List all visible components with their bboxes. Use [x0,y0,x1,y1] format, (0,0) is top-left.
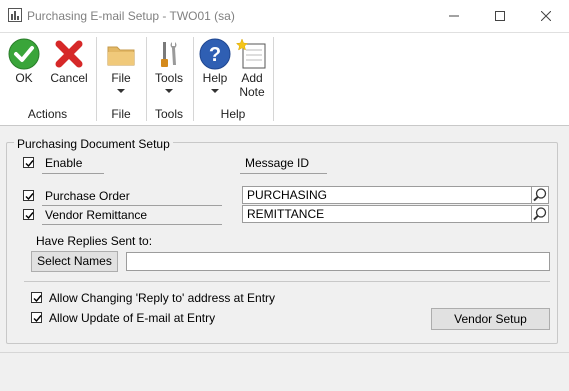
help-label: Help [202,71,228,85]
divider [24,281,550,282]
group-title: Purchasing Document Setup [14,137,173,151]
ribbon: OK Cancel Actions File File Tools Tools [0,32,569,126]
ok-button[interactable]: OK [6,37,42,85]
add-note-label-1: Add [241,71,263,85]
ribbon-separator [96,37,97,121]
lookup-magnifier-icon[interactable] [531,186,549,204]
add-note-label-2: Note [239,85,265,99]
tools-icon [161,42,177,67]
checkmark-icon [25,160,34,168]
tools-group-label: Tools [154,107,183,121]
tools-menu-button[interactable]: Tools [151,37,187,93]
have-replies-sent-to-label: Have Replies Sent to: [36,234,153,248]
allow-update-email-label: Allow Update of E-mail at Entry [49,311,216,325]
minimize-button[interactable] [431,0,477,32]
vendor-remittance-label: Vendor Remittance [45,208,148,222]
allow-changing-reply-to-label: Allow Changing 'Reply to' address at Ent… [49,291,276,305]
ribbon-separator [193,37,194,121]
checkmark-icon [25,193,34,201]
checkmark-icon [8,38,40,70]
app-icon [8,8,22,22]
purchase-order-label: Purchase Order [45,189,130,203]
enable-label: Enable [45,156,83,170]
maximize-icon [495,11,505,21]
tools-label: Tools [154,71,183,85]
help-menu-button[interactable]: ? Help [197,37,233,93]
checkmark-icon [33,295,42,303]
ribbon-separator [273,37,274,121]
allow-update-email-checkbox[interactable] [31,312,42,323]
purchase-order-message-id-field[interactable]: PURCHASING [242,186,532,204]
field-underline [240,173,327,174]
help-icon: ? [199,38,231,70]
vendor-setup-button[interactable]: Vendor Setup [431,308,550,330]
maximize-button[interactable] [477,0,523,32]
add-note-button[interactable]: Add Note [234,37,270,99]
window-title: Purchasing E-mail Setup - TWO01 (sa) [27,9,235,23]
folder-icon [107,46,135,66]
select-names-button[interactable]: Select Names [31,251,118,272]
reply-to-field[interactable] [126,252,550,271]
field-underline [42,173,104,174]
actions-group-label: Actions [27,107,68,121]
svg-text:?: ? [209,44,221,66]
status-divider [0,352,569,353]
purchase-order-checkbox[interactable] [23,190,34,201]
close-icon [541,11,551,21]
ok-label: OK [15,71,33,85]
ribbon-separator [146,37,147,121]
field-underline [42,205,222,206]
file-menu-button[interactable]: File [103,37,139,93]
help-group-label: Help [220,107,246,121]
field-underline [42,224,222,225]
file-label: File [111,71,131,85]
note-icon [235,38,266,69]
title-bar: Purchasing E-mail Setup - TWO01 (sa) [0,0,569,32]
checkmark-icon [33,315,42,323]
minimize-icon [449,15,459,17]
message-id-label: Message ID [245,156,310,170]
cancel-x-icon [55,40,83,68]
close-button[interactable] [523,0,569,32]
cancel-button[interactable]: Cancel [48,37,90,85]
lookup-magnifier-icon[interactable] [531,205,549,223]
file-group-label: File [111,107,131,121]
cancel-label: Cancel [50,71,88,85]
chevron-down-icon [211,89,219,93]
allow-changing-reply-to-checkbox[interactable] [31,292,42,303]
checkmark-icon [25,212,34,220]
vendor-remittance-checkbox[interactable] [23,209,34,220]
vendor-remittance-message-id-field[interactable]: REMITTANCE [242,205,532,223]
enable-checkbox[interactable] [23,157,34,168]
chevron-down-icon [117,89,125,93]
chevron-down-icon [165,89,173,93]
